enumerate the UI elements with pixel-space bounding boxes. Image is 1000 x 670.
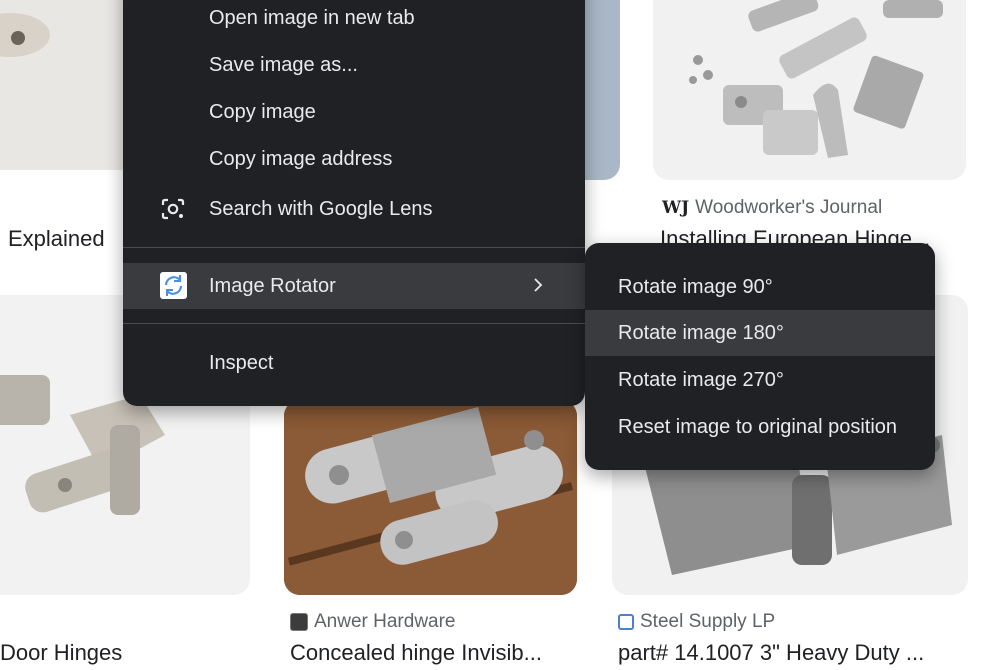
result-title-explained[interactable]: Explained: [8, 226, 118, 252]
image-rotator-icon: [160, 272, 187, 299]
result-source-label: Anwer Hardware: [314, 611, 456, 632]
menu-item-inspect[interactable]: Inspect: [123, 340, 585, 386]
result-source-label: Woodworker's Journal: [695, 197, 883, 218]
google-lens-icon: [160, 197, 186, 227]
result-source-anwer-hardware[interactable]: Anwer Hardware: [290, 611, 456, 633]
chevron-right-icon: [531, 275, 545, 301]
result-image-european-hinge[interactable]: [653, 0, 966, 180]
anwer-hardware-favicon-icon: [290, 613, 308, 631]
steel-supply-favicon-icon: [618, 614, 634, 630]
result-source-label: Steel Supply LP: [640, 611, 776, 632]
menu-item-image-rotator[interactable]: Image Rotator: [123, 263, 585, 309]
submenu-item-rotate-270[interactable]: Rotate image 270°: [585, 357, 935, 403]
result-image-concealed-hinge[interactable]: [284, 400, 577, 595]
result-source-woodworkers-journal[interactable]: WJ Woodworker's Journal: [662, 197, 882, 219]
result-source-steel-supply[interactable]: Steel Supply LP: [618, 611, 775, 633]
submenu-item-rotate-90[interactable]: Rotate image 90°: [585, 264, 935, 310]
hinge-parts-photo: [689, 0, 943, 158]
woodworkers-journal-favicon-icon: WJ: [662, 198, 690, 218]
result-title-door-hinges[interactable]: Door Hinges: [0, 640, 200, 666]
menu-separator: [123, 323, 585, 324]
image-rotator-submenu: Rotate image 90° Rotate image 180° Rotat…: [585, 243, 935, 470]
concealed-hinge-photo: [284, 400, 577, 595]
result-title-heavy-duty[interactable]: part# 14.1007 3" Heavy Duty ...: [618, 640, 963, 666]
result-image-top-left[interactable]: [0, 0, 140, 170]
submenu-item-reset-image[interactable]: Reset image to original position: [585, 404, 935, 450]
menu-item-copy-image-address[interactable]: Copy image address: [123, 136, 585, 182]
menu-separator: [123, 247, 585, 248]
menu-item-copy-image[interactable]: Copy image: [123, 89, 585, 135]
result-title-concealed-hinge[interactable]: Concealed hinge Invisib...: [290, 640, 590, 666]
menu-item-save-image-as[interactable]: Save image as...: [123, 42, 585, 88]
submenu-item-rotate-180[interactable]: Rotate image 180°: [585, 310, 935, 356]
hinge-photo: [0, 13, 50, 57]
menu-item-open-image-new-tab[interactable]: Open image in new tab: [123, 0, 585, 41]
menu-item-search-google-lens[interactable]: Search with Google Lens: [123, 186, 585, 232]
context-menu: Open image in new tab Save image as... C…: [123, 0, 585, 406]
